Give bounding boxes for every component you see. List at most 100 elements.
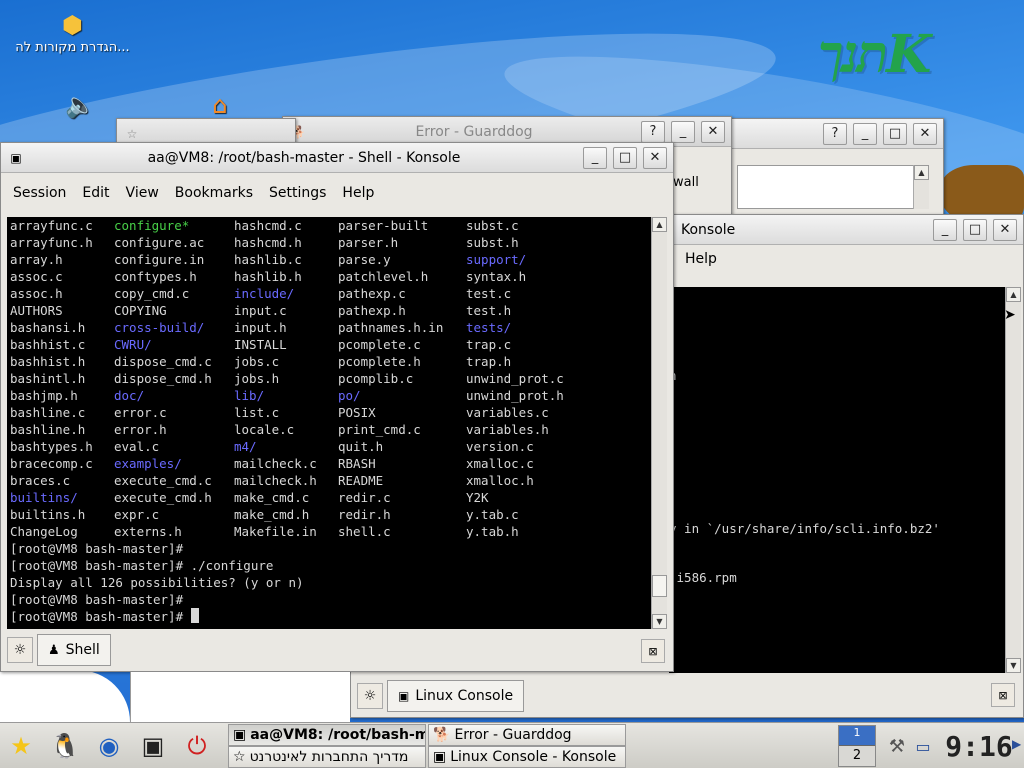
file-entry: include/ xyxy=(234,286,295,301)
file-entry: assoc.h xyxy=(10,286,63,301)
file-entry: dispose_cmd.h xyxy=(114,371,212,386)
maximize-button[interactable]: □ xyxy=(613,146,637,169)
help-button[interactable]: ? xyxy=(823,122,847,145)
file-entry: arrayfunc.h xyxy=(10,235,93,250)
menu-help[interactable]: Help xyxy=(677,251,725,267)
menu-settings[interactable]: Settings xyxy=(261,185,334,201)
linux-console-terminal[interactable]: n y in `/usr/share/info/scli.info.bz2' .… xyxy=(669,287,1005,673)
file-entry: subst.h xyxy=(466,235,519,250)
menu-help[interactable]: Help xyxy=(334,185,382,201)
menu-bookmarks[interactable]: Bookmarks xyxy=(167,185,261,201)
minimize-button[interactable]: _ xyxy=(583,146,607,169)
guarddog-partial-text: wall xyxy=(673,175,699,190)
scroll-up-arrow[interactable]: ▲ xyxy=(652,217,667,232)
terminal-row: bashline.h error.h locale.c print_cmd.c vari… xyxy=(10,421,651,438)
desktop-logo: תנךK xyxy=(818,24,931,85)
file-entry: bashline.c xyxy=(10,405,86,420)
file-entry: m4/ xyxy=(234,439,257,454)
text-cursor xyxy=(190,608,199,623)
desktop-icon-radio[interactable]: 🔈 xyxy=(60,90,100,120)
file-entry: locale.c xyxy=(234,422,295,437)
scroll-thumb[interactable] xyxy=(652,575,667,597)
terminal-icon: ▣ xyxy=(398,689,410,703)
star-app-icon: ☆ xyxy=(126,126,138,141)
maximize-button[interactable]: □ xyxy=(883,122,907,145)
file-entry: bashtypes.h xyxy=(10,439,93,454)
scroll-down-arrow[interactable]: ▼ xyxy=(652,614,667,629)
tab-linux-console[interactable]: ▣ Linux Console xyxy=(387,680,525,712)
file-entry: mailcheck.h xyxy=(234,473,317,488)
close-button[interactable]: ✕ xyxy=(913,122,937,145)
minimize-button[interactable]: _ xyxy=(933,218,957,241)
close-button[interactable]: ✕ xyxy=(643,146,667,169)
terminal-row: ChangeLog externs.h Makefile.in shell.c y.ta… xyxy=(10,523,651,540)
back-window[interactable]: ? _ □ ✕ ▲ xyxy=(730,118,944,218)
terminal-row: bashintl.h dispose_cmd.h jobs.h pcomplib.c u… xyxy=(10,370,651,387)
scroll-up-arrow[interactable]: ▲ xyxy=(1006,287,1021,302)
back-window-field[interactable] xyxy=(737,165,917,209)
taskbar: ★ 🐧 ◉ ▣ ⏻ ▣ aa@VM8: /root/bash-mas 🐕 Err… xyxy=(0,722,1024,768)
close-button[interactable]: ✕ xyxy=(993,218,1017,241)
taskbar-arrow-icon[interactable]: ▶ xyxy=(1012,737,1021,751)
window-title: Error - Guarddog xyxy=(415,123,533,140)
maximize-button[interactable]: □ xyxy=(963,218,987,241)
close-session-icon[interactable]: ⊠ xyxy=(641,639,665,663)
file-entry: unwind_prot.c xyxy=(466,371,564,386)
pager-desktop-2[interactable]: 2 xyxy=(839,746,875,766)
task-internet-guide[interactable]: ☆ מדריך התחברות לאינטרנט xyxy=(228,746,426,768)
task-shell[interactable]: ▣ aa@VM8: /root/bash-mas xyxy=(228,724,426,746)
file-entry: test.c xyxy=(466,286,512,301)
task-guarddog[interactable]: 🐕 Error - Guarddog xyxy=(428,724,626,746)
file-entry: variables.h xyxy=(466,422,549,437)
task-linux-console[interactable]: ▣ Linux Console - Konsole xyxy=(428,746,626,768)
new-session-icon[interactable]: ☼ xyxy=(7,637,33,663)
file-entry: ChangeLog xyxy=(10,524,78,539)
menu-view[interactable]: View xyxy=(118,185,167,201)
back-window-titlebar[interactable]: ? _ □ ✕ xyxy=(731,119,943,149)
back-window-scrollbar[interactable]: ▲ xyxy=(913,165,929,209)
globe-icon[interactable]: ◉ xyxy=(92,729,126,763)
display-icon[interactable]: ▭ xyxy=(906,729,940,763)
shell-titlebar[interactable]: ▣ aa@VM8: /root/bash-master - Shell - Ko… xyxy=(1,143,673,173)
file-entry: assoc.c xyxy=(10,269,63,284)
penguin-icon[interactable]: 🐧 xyxy=(48,729,82,763)
shell-konsole-window[interactable]: ▣ aa@VM8: /root/bash-master - Shell - Ko… xyxy=(0,142,674,672)
close-button[interactable]: ✕ xyxy=(701,120,725,143)
close-session-icon[interactable]: ⊠ xyxy=(991,683,1015,707)
pager-desktop-1[interactable]: 1 xyxy=(839,726,875,746)
shell-terminal[interactable]: arrayfunc.c configure* hashcmd.c parser-bui… xyxy=(7,217,651,629)
file-entry: quit.h xyxy=(338,439,384,454)
new-session-icon[interactable]: ☼ xyxy=(357,683,383,709)
file-entry: pathnames.h.in xyxy=(338,320,444,335)
file-entry: test.h xyxy=(466,303,512,318)
file-entry: configure* xyxy=(114,218,190,233)
desktop-icon-home[interactable]: ⌂ xyxy=(204,90,236,120)
scroll-up-arrow[interactable]: ▲ xyxy=(914,165,929,180)
tab-shell[interactable]: ♟ Shell xyxy=(37,634,111,666)
desktop-pager[interactable]: 1 2 xyxy=(838,725,876,767)
clock[interactable]: 9:16 xyxy=(945,729,1012,763)
konsole-app-icon: ▣ xyxy=(10,150,22,165)
power-icon[interactable]: ⏻ xyxy=(180,729,214,763)
linux-console-scrollbar[interactable]: ▲ ➤ ▼ xyxy=(1004,287,1021,673)
terminal-row: assoc.h copy_cmd.c include/pathexp.c test.c xyxy=(10,285,651,302)
file-entry: Makefile.in xyxy=(234,524,317,539)
prompt-line: Display all 126 possibilities? (y or n) xyxy=(10,575,304,590)
file-entry: bashansi.h xyxy=(10,320,86,335)
file-entry: dispose_cmd.c xyxy=(114,354,212,369)
prompt-line: [root@VM8 bash-master]# ./configure xyxy=(10,558,274,573)
menu-edit[interactable]: Edit xyxy=(74,185,117,201)
file-entry: make_cmd.c xyxy=(234,490,310,505)
konsole-app-icon: ▣ xyxy=(233,727,247,743)
terminal-icon[interactable]: ▣ xyxy=(136,729,170,763)
file-entry: builtins.h xyxy=(10,507,86,522)
shell-scrollbar[interactable]: ▲ ▼ xyxy=(651,217,667,629)
menu-session[interactable]: Session xyxy=(5,185,74,201)
star-icon[interactable]: ★ xyxy=(4,729,38,763)
scroll-down-arrow[interactable]: ▼ xyxy=(1006,658,1021,673)
help-button[interactable]: ? xyxy=(641,120,665,143)
desktop-icon-sources[interactable]: ⬢ הגדרת מקורות לה... xyxy=(10,10,135,55)
minimize-button[interactable]: _ xyxy=(853,122,877,145)
speaker-icon: 🔈 xyxy=(65,91,95,119)
minimize-button[interactable]: _ xyxy=(671,120,695,143)
